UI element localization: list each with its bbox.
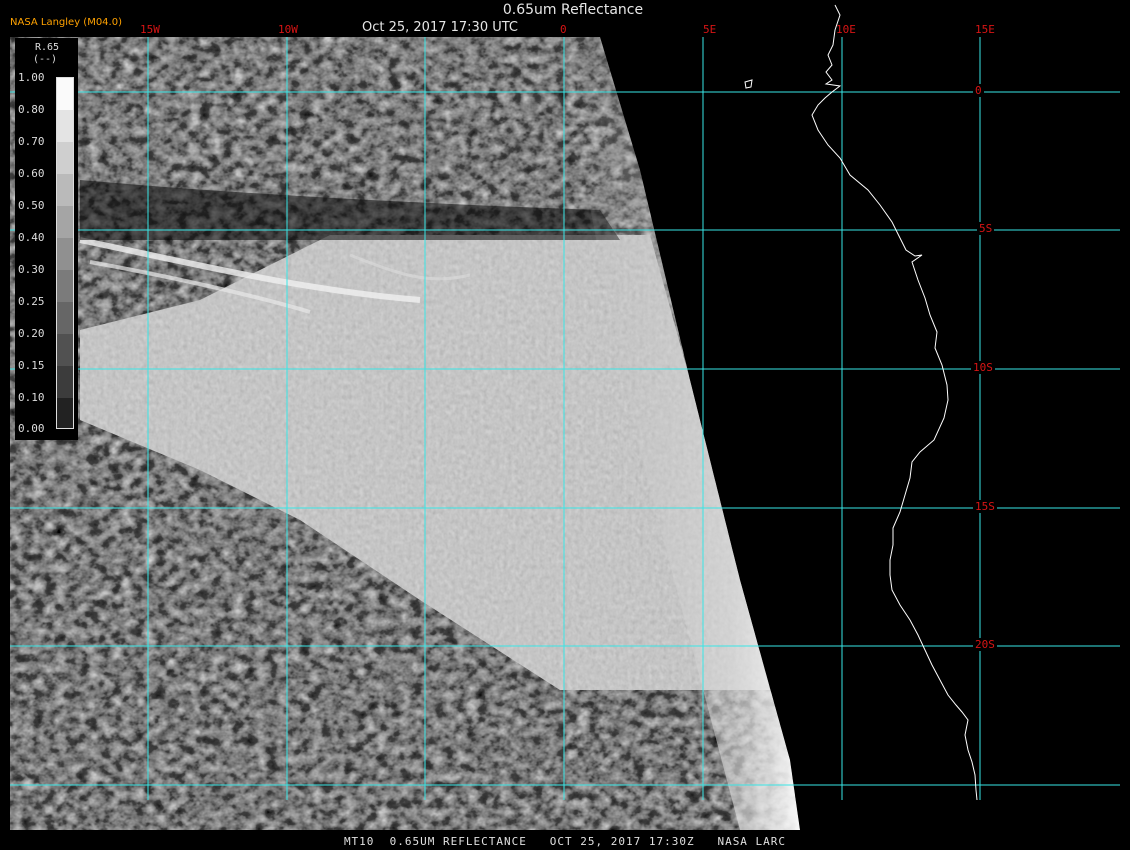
legend-units: (--) bbox=[33, 54, 58, 65]
legend-tick: 0.40 bbox=[18, 231, 45, 244]
legend-tick: 0.30 bbox=[18, 263, 45, 276]
legend-tick: 0.15 bbox=[18, 359, 45, 372]
legend-tick: 0.10 bbox=[18, 391, 45, 404]
org-label: NASA Langley (M04.0) bbox=[10, 17, 122, 28]
lat-label-10s: 10S bbox=[971, 361, 995, 374]
legend-tick: 0.20 bbox=[18, 327, 45, 340]
colorbar bbox=[56, 77, 74, 429]
cloud-imagery bbox=[10, 37, 800, 830]
coastline bbox=[744, 4, 978, 801]
legend-tick: 0.70 bbox=[18, 135, 45, 148]
image-title: 0.65um Reflectance bbox=[502, 2, 644, 18]
satellite-reflectance-map bbox=[10, 4, 1120, 830]
image-footer-caption: MT10 0.65UM REFLECTANCE OCT 25, 2017 17:… bbox=[343, 835, 787, 848]
legend-tick: 0.50 bbox=[18, 199, 45, 212]
lat-label-15s: 15S bbox=[973, 500, 997, 513]
legend-tick: 1.00 bbox=[18, 71, 45, 84]
image-datetime: Oct 25, 2017 17:30 UTC bbox=[362, 20, 518, 35]
legend-tick: 0.80 bbox=[18, 103, 45, 116]
legend-tick: 0.00 bbox=[18, 422, 45, 435]
lat-label-20s: 20S bbox=[973, 638, 997, 651]
legend-tick: 0.60 bbox=[18, 167, 45, 180]
legend-title: R.65 bbox=[35, 42, 60, 53]
satellite-image-viewer: 15W 10W 0 5E 10E 15E 0 5S 10S 15S 20S 0.… bbox=[0, 0, 1130, 850]
lat-label-5s: 5S bbox=[977, 222, 995, 235]
legend-tick: 0.25 bbox=[18, 295, 45, 308]
colorbar-legend: R.65 (--) 1.00 0.80 0.70 0.60 0.50 0.40 … bbox=[15, 38, 78, 440]
lat-label-0: 0 bbox=[973, 84, 984, 97]
